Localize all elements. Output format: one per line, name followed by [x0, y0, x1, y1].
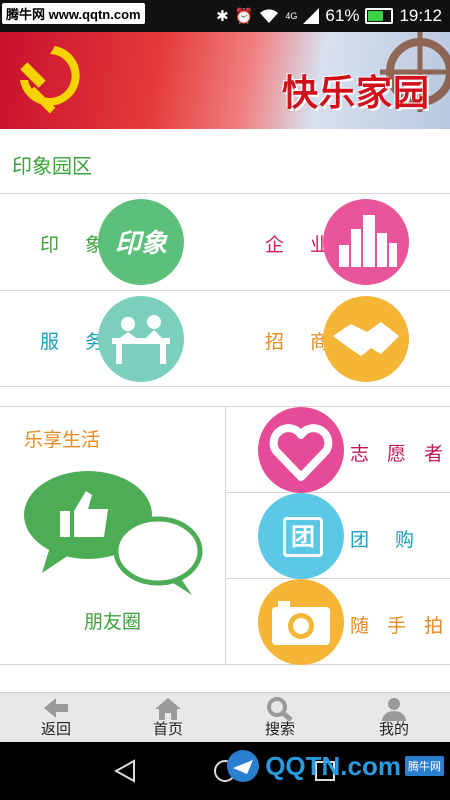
network-type: 4G — [285, 11, 298, 21]
service-desk-icon — [98, 296, 184, 382]
signal-icon — [303, 8, 320, 24]
clock: 19:12 — [399, 6, 442, 25]
life-item-label: 志 愿 者 — [350, 443, 450, 465]
handshake-icon — [323, 296, 409, 382]
nav-label: 搜索 — [264, 720, 295, 738]
grid-item-yinxiang[interactable]: 印 象 印象 — [0, 194, 225, 290]
divider — [0, 386, 450, 387]
nav-home[interactable]: 首页 — [128, 693, 208, 743]
yinxiang-icon-text: 印象 — [114, 229, 167, 259]
yinxiang-icon: 印象 — [98, 199, 184, 285]
heart-hand-icon — [258, 407, 344, 493]
nav-label: 返回 — [40, 720, 71, 738]
nav-search[interactable]: 搜索 — [240, 693, 320, 743]
status-icons: ✱ ⏰ 4G 61% 19:12 — [216, 6, 442, 26]
system-nav-bar: QQTN.com 腾牛网 — [0, 742, 450, 800]
life-item-label: 团 购 — [350, 529, 425, 551]
back-arrow-icon — [44, 698, 68, 718]
alarm-icon: ⏰ — [234, 8, 254, 25]
nav-label: 我的 — [378, 720, 409, 738]
group-buy-icon: 团 — [258, 493, 344, 579]
life-item-group-buy[interactable]: 团 团 购 — [226, 493, 450, 579]
bottom-nav: 返回 首页 搜索 我的 — [0, 692, 450, 743]
watermark-brand: QQTN.com — [265, 750, 401, 781]
nav-back[interactable]: 返回 — [16, 693, 96, 743]
bluetooth-icon: ✱ — [216, 8, 229, 25]
buildings-icon — [323, 199, 409, 285]
chat-bubbles-icon — [24, 471, 203, 595]
watermark-logo-icon — [227, 750, 260, 782]
nav-profile[interactable]: 我的 — [354, 693, 434, 743]
moments-label: 朋友圈 — [83, 611, 141, 633]
party-emblem-icon — [20, 46, 80, 114]
divider — [0, 664, 450, 665]
camera-icon — [258, 579, 344, 665]
grid-item-service[interactable]: 服 务 — [0, 291, 225, 386]
grid-item-enterprise[interactable]: 企 业 — [225, 194, 450, 290]
group-buy-icon-text: 团 — [283, 517, 323, 557]
grid-item-investment[interactable]: 招 商 — [225, 291, 450, 386]
watermark-top: 腾牛网 www.qqtn.com — [2, 3, 145, 24]
status-bar: 腾牛网 www.qqtn.com ✱ ⏰ 4G 61% 19:12 — [0, 0, 450, 32]
life-item-snap[interactable]: 随 手 拍 — [226, 579, 450, 665]
section-title: 印象园区 — [12, 154, 92, 178]
life-panel[interactable]: 乐享生活 朋友圈 — [0, 407, 225, 664]
battery-percent: 61% — [325, 6, 360, 25]
life-item-label: 随 手 拍 — [350, 615, 450, 637]
battery-icon — [365, 8, 394, 24]
back-triangle-icon[interactable] — [114, 759, 136, 783]
header-banner: 快乐家园 — [0, 32, 450, 129]
watermark-cn: 腾牛网 — [405, 756, 444, 776]
watermark-bottom: QQTN.com 腾牛网 — [225, 748, 444, 784]
life-title: 乐享生活 — [24, 429, 101, 451]
life-item-volunteer[interactable]: 志 愿 者 — [226, 407, 450, 493]
banner-title: 快乐家园 — [281, 72, 430, 114]
wifi-icon — [260, 9, 279, 23]
nav-label: 首页 — [152, 720, 183, 738]
